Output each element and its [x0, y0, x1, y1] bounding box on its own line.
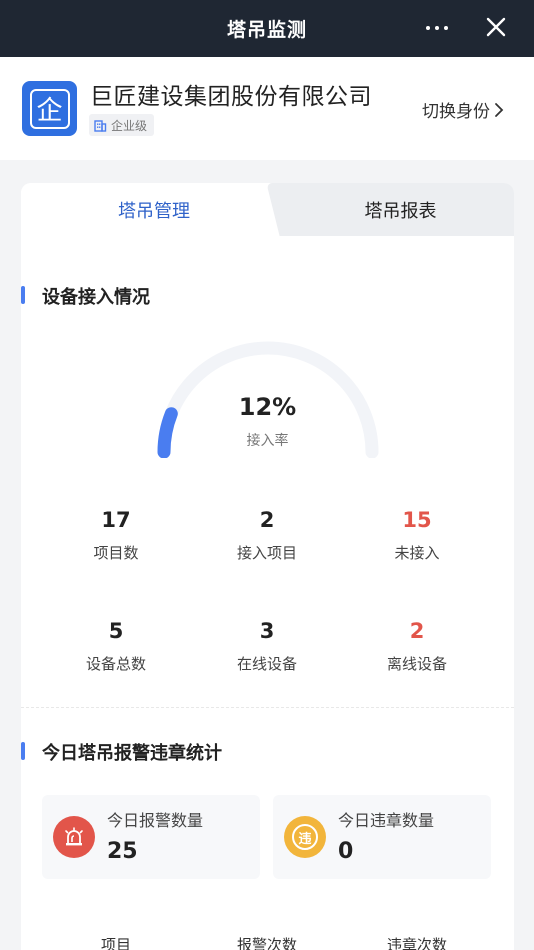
violation-icon: 违 — [284, 816, 326, 858]
column-header-alarm-count: 报警次数 — [236, 936, 297, 950]
tab-label: 塔吊报表 — [364, 200, 437, 222]
stat-value: 15 — [402, 508, 432, 532]
stat-label: 接入项目 — [236, 544, 297, 562]
stat-offline-devices: 2 离线设备 — [337, 619, 497, 674]
more-icon[interactable] — [420, 14, 454, 42]
stat-value: 2 — [409, 619, 425, 643]
access-rate-label: 接入率 — [246, 433, 289, 449]
company-header: 企 巨匠建设集团股份有限公司 企业级 切换身份 — [0, 57, 534, 160]
section-title-today: 今日塔吊报警违章统计 — [21, 739, 222, 765]
divider — [21, 707, 514, 708]
stat-project-count: 17 项目数 — [36, 508, 196, 563]
alarm-light-icon — [53, 816, 95, 858]
section-marker — [21, 742, 25, 760]
close-icon[interactable] — [482, 12, 510, 42]
stat-label: 在线设备 — [236, 655, 297, 673]
tab-label: 塔吊管理 — [118, 200, 190, 222]
company-level-text: 企业级 — [111, 118, 148, 133]
today-alarm-box[interactable]: 今日报警数量 25 — [42, 795, 260, 879]
tab-crane-report[interactable]: 塔吊报表 — [287, 183, 514, 236]
tab-crane-management[interactable]: 塔吊管理 — [21, 183, 287, 236]
today-violation-value: 0 — [338, 839, 354, 864]
stat-value: 5 — [108, 619, 124, 643]
company-name: 巨匠建设集团股份有限公司 — [90, 84, 372, 110]
stat-unconnected: 15 未接入 — [337, 508, 497, 563]
today-violation-box[interactable]: 违 今日违章数量 0 — [273, 795, 491, 879]
stat-label: 项目数 — [93, 544, 139, 562]
today-violation-label: 今日违章数量 — [338, 811, 435, 830]
chevron-right-icon — [495, 102, 504, 117]
page-title: 塔吊监测 — [226, 19, 307, 41]
column-header-project: 项目 — [100, 936, 131, 950]
section-marker — [21, 286, 25, 304]
switch-identity-label: 切换身份 — [422, 102, 490, 122]
stat-label: 离线设备 — [386, 655, 447, 673]
company-logo: 企 — [22, 81, 77, 136]
section-title-text: 今日塔吊报警违章统计 — [42, 743, 222, 764]
stat-label: 未接入 — [394, 544, 440, 562]
stat-value: 2 — [259, 508, 275, 532]
stat-value: 3 — [259, 619, 275, 643]
enterprise-icon: 企 — [29, 88, 70, 129]
column-header-violation-count: 违章次数 — [386, 936, 447, 950]
title-bar: 塔吊监测 — [0, 0, 534, 57]
section-title-access: 设备接入情况 — [21, 283, 150, 309]
tab-bar: 塔吊管理 塔吊报表 — [21, 183, 514, 236]
switch-identity-button[interactable]: 切换身份 — [422, 97, 504, 122]
today-alarm-value: 25 — [107, 839, 138, 864]
stat-connected-projects: 2 接入项目 — [187, 508, 347, 563]
stat-device-total: 5 设备总数 — [36, 619, 196, 674]
section-title-text: 设备接入情况 — [42, 287, 150, 308]
main-card: 塔吊管理 塔吊报表 设备接入情况 12% 接入率 17 项目数 2 接入项目 1… — [21, 183, 514, 950]
stat-value: 17 — [101, 508, 131, 532]
building-icon — [94, 120, 107, 132]
company-level-badge: 企业级 — [89, 114, 155, 136]
stat-label: 设备总数 — [85, 655, 146, 673]
stat-online-devices: 3 在线设备 — [187, 619, 347, 674]
access-rate-value: 12% — [238, 393, 297, 421]
today-alarm-label: 今日报警数量 — [107, 811, 204, 830]
violation-icon-glyph: 违 — [292, 824, 318, 850]
